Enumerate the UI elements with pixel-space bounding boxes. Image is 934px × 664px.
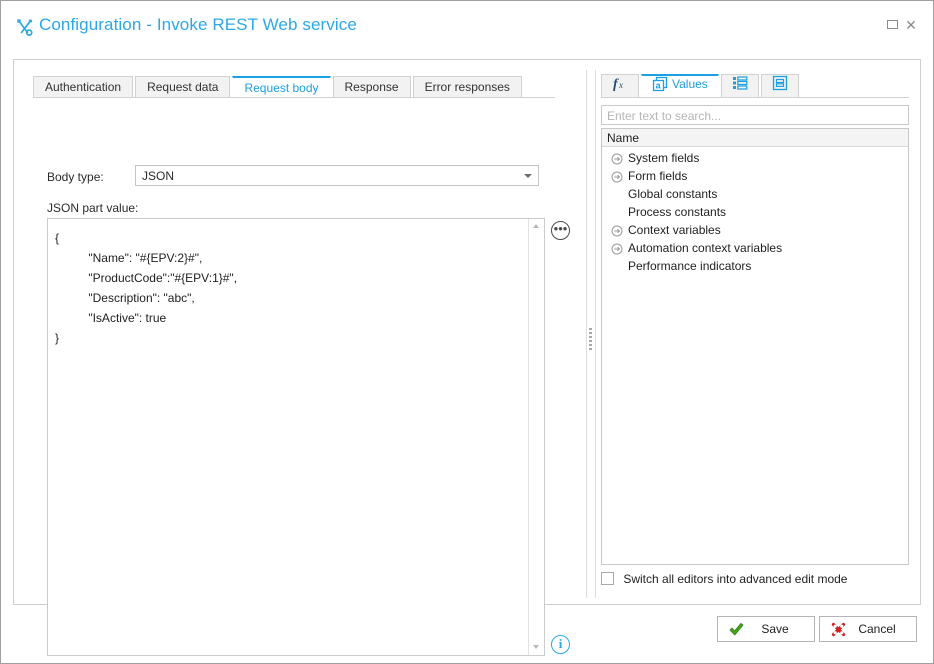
editor-scrollbar[interactable] [528, 219, 544, 655]
tree-item-label: Process constants [628, 205, 727, 219]
configuration-dialog: Configuration - Invoke REST Web service … [0, 0, 934, 664]
expand-arrow-icon[interactable] [611, 224, 623, 237]
maximize-button[interactable] [883, 17, 901, 33]
advanced-edit-mode-row[interactable]: Switch all editors into advanced edit mo… [601, 571, 847, 587]
json-editor[interactable]: { "Name": "#{EPV:2}#", "ProductCode":"#{… [47, 218, 545, 656]
tab-values-label: Values [672, 77, 708, 91]
document-box-icon [772, 75, 787, 91]
function-fx-icon: f x [613, 77, 623, 92]
scroll-down-arrow-icon[interactable] [529, 640, 544, 655]
tab-values[interactable]: a Values [641, 74, 719, 98]
body-type-value: JSON [142, 169, 175, 183]
save-button[interactable]: Save [717, 616, 815, 642]
tab-authentication[interactable]: Authentication [33, 76, 134, 98]
json-part-value-label: JSON part value: [47, 201, 139, 215]
tab-functions[interactable]: f x [601, 74, 639, 98]
cancel-button-label: Cancel [858, 622, 896, 636]
tools-icon [15, 17, 35, 37]
tree-item-performance-indicators[interactable]: Performance indicators [602, 257, 908, 275]
advanced-edit-mode-checkbox[interactable] [601, 572, 614, 586]
tree-item-label: Performance indicators [628, 259, 752, 273]
splitter-line-left [586, 70, 587, 598]
tree-item-system-fields[interactable]: System fields [602, 149, 908, 167]
close-button[interactable]: ✕ [902, 17, 920, 33]
tab-list[interactable] [720, 74, 759, 98]
content-panel: Authentication Request data Request body… [13, 59, 922, 656]
info-button[interactable]: i [551, 635, 570, 654]
tab-bar-divider [33, 97, 555, 98]
ellipsis-icon: ••• [553, 221, 568, 236]
tab-document[interactable] [760, 74, 799, 98]
right-tab-bar-divider [601, 97, 909, 98]
tree-column-header: Name [602, 129, 908, 147]
tree-item-label: Context variables [628, 223, 721, 237]
page-title: Configuration - Invoke REST Web service [39, 15, 357, 34]
tree-item-context-variables[interactable]: Context variables [602, 221, 908, 239]
advanced-edit-mode-label: Switch all editors into advanced edit mo… [623, 571, 848, 586]
expand-arrow-icon[interactable] [611, 242, 623, 255]
tree-item-label: Automation context variables [628, 241, 783, 255]
right-pane: f x a Values Enter text to search... Nam… [588, 60, 922, 604]
values-tree-panel: Name System fields Form fields Global co… [601, 128, 909, 565]
tree-item-label: Global constants [628, 187, 718, 201]
body-type-select[interactable]: JSON [135, 165, 539, 186]
chevron-down-icon [524, 174, 532, 178]
list-items-icon [732, 76, 748, 90]
svg-text:x: x [618, 80, 623, 90]
expand-arrow-icon[interactable] [611, 170, 623, 183]
scroll-up-arrow-icon[interactable] [529, 219, 544, 234]
body-type-label: Body type: [47, 170, 104, 184]
expand-arrow-icon[interactable] [611, 152, 623, 165]
search-input[interactable]: Enter text to search... [607, 109, 721, 123]
tree-column-header-name: Name [607, 131, 640, 145]
tab-request-data[interactable]: Request data [135, 76, 231, 98]
tree-list: System fields Form fields Global constan… [602, 149, 908, 275]
info-icon: i [558, 636, 563, 651]
tab-request-body[interactable]: Request body [232, 76, 331, 99]
right-tab-bar: f x a Values [601, 74, 801, 98]
tab-response[interactable]: Response [332, 76, 411, 98]
save-button-label: Save [761, 622, 789, 636]
tree-item-label: Form fields [628, 169, 688, 183]
values-a-icon: a [652, 76, 668, 92]
tree-item-form-fields[interactable]: Form fields [602, 167, 908, 185]
more-options-button[interactable]: ••• [551, 221, 570, 240]
title-bar: Configuration - Invoke REST Web service … [1, 1, 933, 45]
tree-item-label: System fields [628, 151, 700, 165]
json-editor-text[interactable]: { "Name": "#{EPV:2}#", "ProductCode":"#{… [55, 228, 525, 348]
tab-error-responses[interactable]: Error responses [412, 76, 522, 98]
left-pane: Authentication Request data Request body… [14, 60, 574, 656]
maximize-icon [886, 20, 898, 30]
tree-item-global-constants[interactable]: Global constants [602, 185, 908, 203]
tree-item-automation-context-variables[interactable]: Automation context variables [602, 239, 908, 257]
cancel-button[interactable]: Cancel [819, 616, 917, 642]
search-box[interactable]: Enter text to search... [601, 105, 909, 125]
tab-bar: Authentication Request data Request body… [33, 76, 524, 99]
tree-item-process-constants[interactable]: Process constants [602, 203, 908, 221]
